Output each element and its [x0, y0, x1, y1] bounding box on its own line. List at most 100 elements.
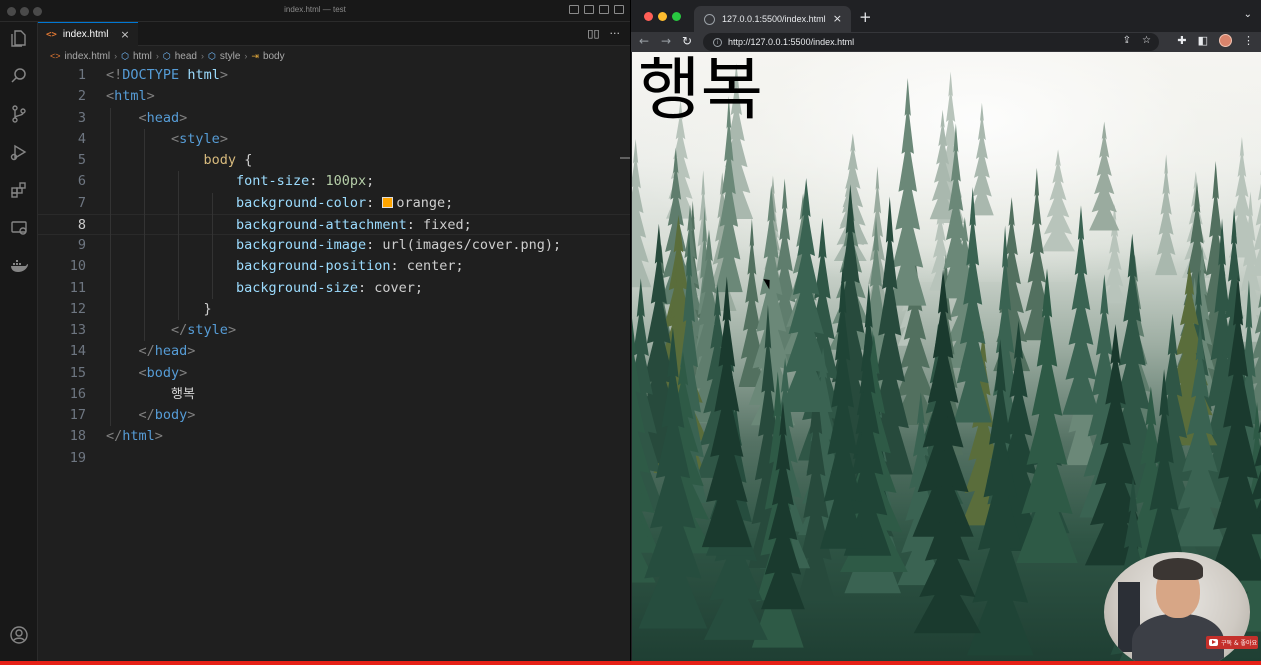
code-text: background-position: center;: [106, 256, 464, 277]
code-line[interactable]: 1 <!DOCTYPE html>: [38, 65, 630, 86]
code-line[interactable]: 8 background-attachment: fixed;: [38, 213, 630, 236]
side-panel-icon[interactable]: ◧: [1198, 34, 1208, 47]
globe-icon: [704, 13, 715, 25]
code-line[interactable]: 15 <body>: [38, 363, 630, 384]
customize-layout-icon[interactable]: [614, 5, 624, 14]
docker-icon[interactable]: [9, 256, 29, 276]
line-number: 19: [69, 449, 86, 466]
code-line[interactable]: 19: [38, 448, 630, 469]
menu-icon[interactable]: ⋮: [1243, 34, 1254, 47]
code-token: style: [187, 322, 228, 338]
run-debug-icon[interactable]: [9, 142, 29, 162]
code-line[interactable]: 14 </head>: [38, 341, 630, 362]
tab-index-html[interactable]: <> index.html ×: [38, 22, 138, 46]
browser-minimize-button[interactable]: [658, 12, 667, 21]
account-icon[interactable]: [9, 625, 29, 645]
code-token: DOCTYPE: [122, 67, 180, 83]
browser-tab[interactable]: 127.0.0.1:5500/index.html ×: [694, 6, 851, 32]
code-line[interactable]: 17 </body>: [38, 405, 630, 426]
info-icon[interactable]: i: [713, 37, 722, 47]
line-number: 16: [69, 385, 86, 402]
code-text: <html>: [106, 86, 155, 107]
code-token: </: [106, 428, 123, 445]
code-line[interactable]: 9 background-image: url(images/cover.png…: [38, 235, 630, 256]
split-editor-icon[interactable]: ▯▯: [587, 27, 599, 40]
vscode-window: index.html — test <> index.html × ▯▯ ···…: [0, 0, 630, 665]
code-editor[interactable]: 1 <!DOCTYPE html> 2 <html> 3 <head> 4 <style>…: [38, 65, 630, 665]
code-token: html: [187, 67, 220, 83]
browser-close-button[interactable]: [644, 12, 653, 21]
profile-avatar[interactable]: [1219, 34, 1232, 47]
line-number: 12: [69, 300, 86, 317]
breadcrumb-item[interactable]: style: [220, 51, 241, 62]
close-icon[interactable]: ×: [833, 12, 842, 25]
line-number: 14: [69, 343, 86, 360]
code-token: background-image: [236, 237, 367, 253]
activity-bar: [0, 22, 38, 665]
video-progress-bar[interactable]: [0, 661, 1261, 665]
code-line[interactable]: 13 </style>: [38, 320, 630, 341]
code-line[interactable]: 10 background-position: center;: [38, 256, 630, 277]
code-token: <: [138, 364, 147, 381]
extensions-icon[interactable]: [9, 180, 29, 200]
browser-zoom-button[interactable]: [672, 12, 681, 21]
code-line[interactable]: 18 </html>: [38, 426, 630, 447]
remote-explorer-icon[interactable]: [9, 218, 29, 238]
presenter-hair: [1153, 558, 1203, 580]
code-line[interactable]: 12 }: [38, 299, 630, 320]
code-token: html: [114, 88, 147, 105]
code-token: <: [138, 109, 147, 126]
address-bar[interactable]: i http://127.0.0.1:5500/index.html ⇪ ☆: [703, 33, 1159, 51]
color-swatch[interactable]: [382, 196, 394, 208]
new-tab-button[interactable]: +: [859, 8, 872, 26]
scrollbar-marker[interactable]: [620, 157, 630, 159]
code-token: </: [138, 407, 155, 423]
code-token: head: [154, 343, 188, 360]
code-text: background-attachment: fixed;: [106, 215, 472, 236]
source-control-icon[interactable]: [9, 104, 29, 124]
more-actions-icon[interactable]: ···: [610, 27, 621, 40]
line-number: 2: [77, 88, 86, 105]
element-icon: ⬡: [121, 50, 129, 61]
code-text: background-color: orange;: [106, 193, 453, 214]
line-number: 9: [77, 237, 86, 253]
breadcrumb-item[interactable]: body: [263, 51, 285, 62]
code-line[interactable]: 16 행복: [38, 384, 630, 405]
code-text: </head>: [106, 341, 196, 362]
breadcrumb: <> index.html › ⬡ html › ⬡ head › ⬡ style › ⇥ body: [38, 47, 630, 65]
code-line[interactable]: 7 background-color: orange;: [38, 193, 630, 214]
bookmark-star-icon[interactable]: ☆: [1142, 35, 1151, 46]
toggle-secondary-sidebar-icon[interactable]: [599, 5, 609, 14]
code-token: body: [146, 364, 180, 381]
chevron-down-icon[interactable]: ⌄: [1244, 9, 1252, 20]
share-icon[interactable]: ⇪: [1123, 35, 1131, 46]
toggle-sidebar-icon[interactable]: [569, 5, 579, 14]
breadcrumb-item[interactable]: head: [175, 51, 197, 62]
code-token: >: [187, 407, 196, 423]
back-icon[interactable]: ←: [639, 34, 649, 48]
reload-icon[interactable]: ↻: [682, 34, 692, 48]
close-icon[interactable]: ×: [120, 28, 129, 41]
code-line[interactable]: 11 background-size: cover;: [38, 278, 630, 299]
forward-icon[interactable]: →: [661, 34, 671, 48]
code-line[interactable]: 4 <style>: [38, 129, 630, 150]
code-token: 행복: [171, 386, 195, 402]
code-line[interactable]: 6 font-size: 100px;: [38, 171, 630, 192]
code-line[interactable]: 3 <head>: [38, 108, 630, 129]
extensions-puzzle-icon[interactable]: ✚: [1177, 34, 1186, 47]
search-icon[interactable]: [9, 66, 29, 86]
breadcrumb-item[interactable]: html: [133, 51, 152, 62]
explorer-icon[interactable]: [9, 28, 29, 48]
code-text: font-size: 100px;: [106, 171, 374, 192]
breadcrumb-item[interactable]: index.html: [65, 51, 111, 62]
code-line[interactable]: 2 <html>: [38, 86, 630, 107]
code-line[interactable]: 5 body {: [38, 150, 630, 171]
subscribe-badge-label: 구독 & 좋아요: [1221, 640, 1258, 647]
toggle-panel-icon[interactable]: [584, 5, 594, 14]
code-token: body: [203, 152, 237, 168]
subscribe-badge[interactable]: 구독 & 좋아요: [1206, 636, 1258, 649]
